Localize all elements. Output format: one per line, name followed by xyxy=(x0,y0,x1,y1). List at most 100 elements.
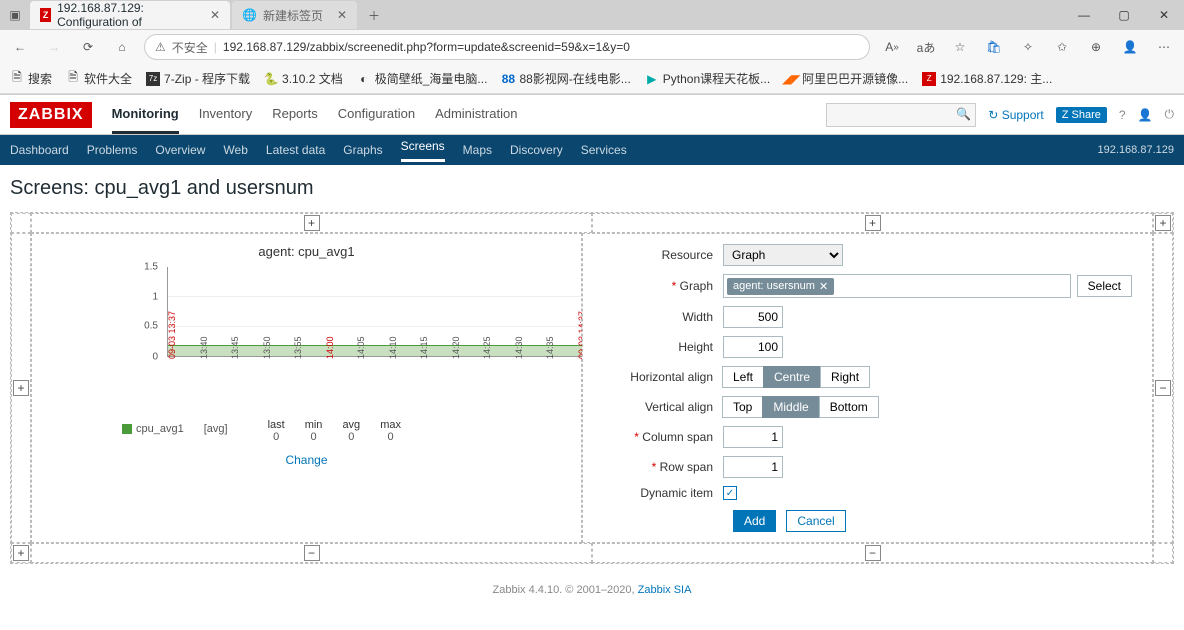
graph-input[interactable]: agent: usersnum✕ xyxy=(723,274,1071,298)
forward-icon: → xyxy=(42,35,66,59)
valign-middle[interactable]: Middle xyxy=(762,396,819,418)
python-icon: 🐍 xyxy=(264,72,278,86)
add-column-button[interactable]: + xyxy=(865,215,881,231)
collections-icon[interactable]: ⊕ xyxy=(1084,35,1108,59)
menu-reports[interactable]: Reports xyxy=(272,96,318,134)
halign-left[interactable]: Left xyxy=(722,366,764,388)
resource-select[interactable]: Graph xyxy=(723,244,843,266)
add-row-button[interactable]: + xyxy=(13,380,29,396)
halign-group: Left Centre Right xyxy=(723,366,870,388)
bookmark-item[interactable]: 🐍3.10.2 文档 xyxy=(264,70,343,87)
remove-row-button[interactable]: − xyxy=(1155,380,1171,396)
favorite-icon[interactable]: ☆ xyxy=(948,35,972,59)
support-link[interactable]: ↻ Support xyxy=(988,108,1043,122)
screen-cell-form: Resource Graph Graph agent: usersnum✕ Se… xyxy=(582,233,1153,543)
close-icon[interactable]: ✕ xyxy=(337,8,347,22)
valign-bottom[interactable]: Bottom xyxy=(819,396,879,418)
remove-tag-icon[interactable]: ✕ xyxy=(819,280,828,293)
maximize-icon[interactable]: ▢ xyxy=(1104,0,1144,30)
height-input[interactable] xyxy=(723,336,783,358)
select-button[interactable]: Select xyxy=(1077,275,1132,297)
close-window-icon[interactable]: ✕ xyxy=(1144,0,1184,30)
bookmark-item[interactable]: Z192.168.87.129: 主... xyxy=(922,70,1052,87)
submenu-dashboard[interactable]: Dashboard xyxy=(10,143,69,157)
menu-inventory[interactable]: Inventory xyxy=(199,96,252,134)
submenu-latest[interactable]: Latest data xyxy=(266,143,325,157)
refresh-icon[interactable]: ⟳ xyxy=(76,35,100,59)
dynamic-checkbox[interactable]: ✓ xyxy=(723,486,737,500)
profile-icon[interactable]: 👤 xyxy=(1118,35,1142,59)
menu-monitoring[interactable]: Monitoring xyxy=(112,96,179,134)
close-icon[interactable]: ✕ xyxy=(210,8,220,22)
change-link[interactable]: Change xyxy=(285,453,327,467)
security-label: 不安全 xyxy=(172,39,208,56)
zabbix-icon: Z xyxy=(922,72,936,86)
zabbix-logo[interactable]: ZABBIX xyxy=(10,102,92,128)
minimize-icon[interactable]: — xyxy=(1064,0,1104,30)
menu-administration[interactable]: Administration xyxy=(435,96,517,134)
bookmark-item[interactable]: 8888影视网-在线电影... xyxy=(501,70,630,87)
halign-right[interactable]: Right xyxy=(820,366,870,388)
help-icon[interactable]: ? xyxy=(1119,108,1126,122)
colspan-input[interactable] xyxy=(723,426,783,448)
bookmark-item[interactable]: ▶Python课程天花板... xyxy=(645,70,770,87)
shopping-icon[interactable]: 🛍 xyxy=(982,35,1006,59)
share-link[interactable]: Z Share xyxy=(1056,107,1107,123)
sevenzip-icon: 7z xyxy=(146,72,160,86)
label-width: Width xyxy=(603,310,723,324)
submenu-discovery[interactable]: Discovery xyxy=(510,143,563,157)
rowspan-input[interactable] xyxy=(723,456,783,478)
submenu-maps[interactable]: Maps xyxy=(463,143,492,157)
remove-column-button[interactable]: − xyxy=(304,545,320,561)
width-input[interactable] xyxy=(723,306,783,328)
page-title: Screens: cpu_avg1 and usersnum xyxy=(0,165,1184,212)
valign-group: Top Middle Bottom xyxy=(723,396,879,418)
menu-configuration[interactable]: Configuration xyxy=(338,96,415,134)
page-icon: 🗎 xyxy=(10,72,24,86)
chart-title: agent: cpu_avg1 xyxy=(42,244,571,259)
bookmark-item[interactable]: ◢◤阿里巴巴开源镜像... xyxy=(784,70,908,87)
submenu-graphs[interactable]: Graphs xyxy=(343,143,382,157)
search-input[interactable]: 🔍 xyxy=(826,103,976,127)
graph-tag[interactable]: agent: usersnum✕ xyxy=(727,278,834,295)
label-graph: Graph xyxy=(603,279,723,293)
favorites-bar-icon[interactable]: ✩ xyxy=(1050,35,1074,59)
chart-area: 1.5 1 0.5 0 09-03 13:3713:4013:4513:5013… xyxy=(42,267,571,407)
bookmark-item[interactable]: ◐极简壁纸_海量电脑... xyxy=(357,70,488,87)
browser-tab-active[interactable]: Z 192.168.87.129: Configuration of ✕ xyxy=(30,1,230,29)
submenu-problems[interactable]: Problems xyxy=(87,143,138,157)
valign-top[interactable]: Top xyxy=(722,396,763,418)
address-bar: ← → ⟳ ⌂ ⚠ 不安全 | 192.168.87.129/zabbix/sc… xyxy=(0,30,1184,64)
halign-centre[interactable]: Centre xyxy=(763,366,821,388)
host-ip: 192.168.87.129 xyxy=(1098,144,1174,156)
browser-tab-inactive[interactable]: 🌐 新建标签页 ✕ xyxy=(232,1,357,29)
screen-cell-graph[interactable]: agent: cpu_avg1 1.5 1 0.5 0 09-03 13:371… xyxy=(31,233,582,543)
home-icon[interactable]: ⌂ xyxy=(110,35,134,59)
submenu-web[interactable]: Web xyxy=(223,143,247,157)
add-button[interactable]: Add xyxy=(733,510,776,532)
text-size-icon[interactable]: A» xyxy=(880,35,904,59)
bookmark-item[interactable]: 🗎搜索 xyxy=(10,70,52,87)
cancel-button[interactable]: Cancel xyxy=(786,510,845,532)
submenu-screens[interactable]: Screens xyxy=(401,139,445,162)
more-icon[interactable]: ⋯ xyxy=(1152,35,1176,59)
new-tab-icon[interactable]: ＋ xyxy=(359,0,389,30)
add-column-button[interactable]: + xyxy=(304,215,320,231)
translate-icon[interactable]: aあ xyxy=(914,35,938,59)
user-icon[interactable]: 👤 xyxy=(1138,108,1153,122)
footer-link[interactable]: Zabbix SIA xyxy=(638,584,692,596)
power-icon[interactable]: ⏻ xyxy=(1165,107,1175,122)
remove-column-button[interactable]: − xyxy=(865,545,881,561)
tab-list-icon[interactable]: ▣ xyxy=(0,0,30,30)
add-row-button[interactable]: + xyxy=(13,545,29,561)
back-icon[interactable]: ← xyxy=(8,35,32,59)
add-column-button[interactable]: + xyxy=(1155,215,1171,231)
extensions-icon[interactable]: ✧ xyxy=(1016,35,1040,59)
page-icon: 🗎 xyxy=(66,72,80,86)
submenu-services[interactable]: Services xyxy=(581,143,627,157)
bookmark-item[interactable]: 🗎软件大全 xyxy=(66,70,132,87)
url-input[interactable]: ⚠ 不安全 | 192.168.87.129/zabbix/screenedit… xyxy=(144,34,870,60)
label-colspan: Column span xyxy=(603,430,723,444)
submenu-overview[interactable]: Overview xyxy=(155,143,205,157)
bookmark-item[interactable]: 7z7-Zip - 程序下载 xyxy=(146,70,250,87)
